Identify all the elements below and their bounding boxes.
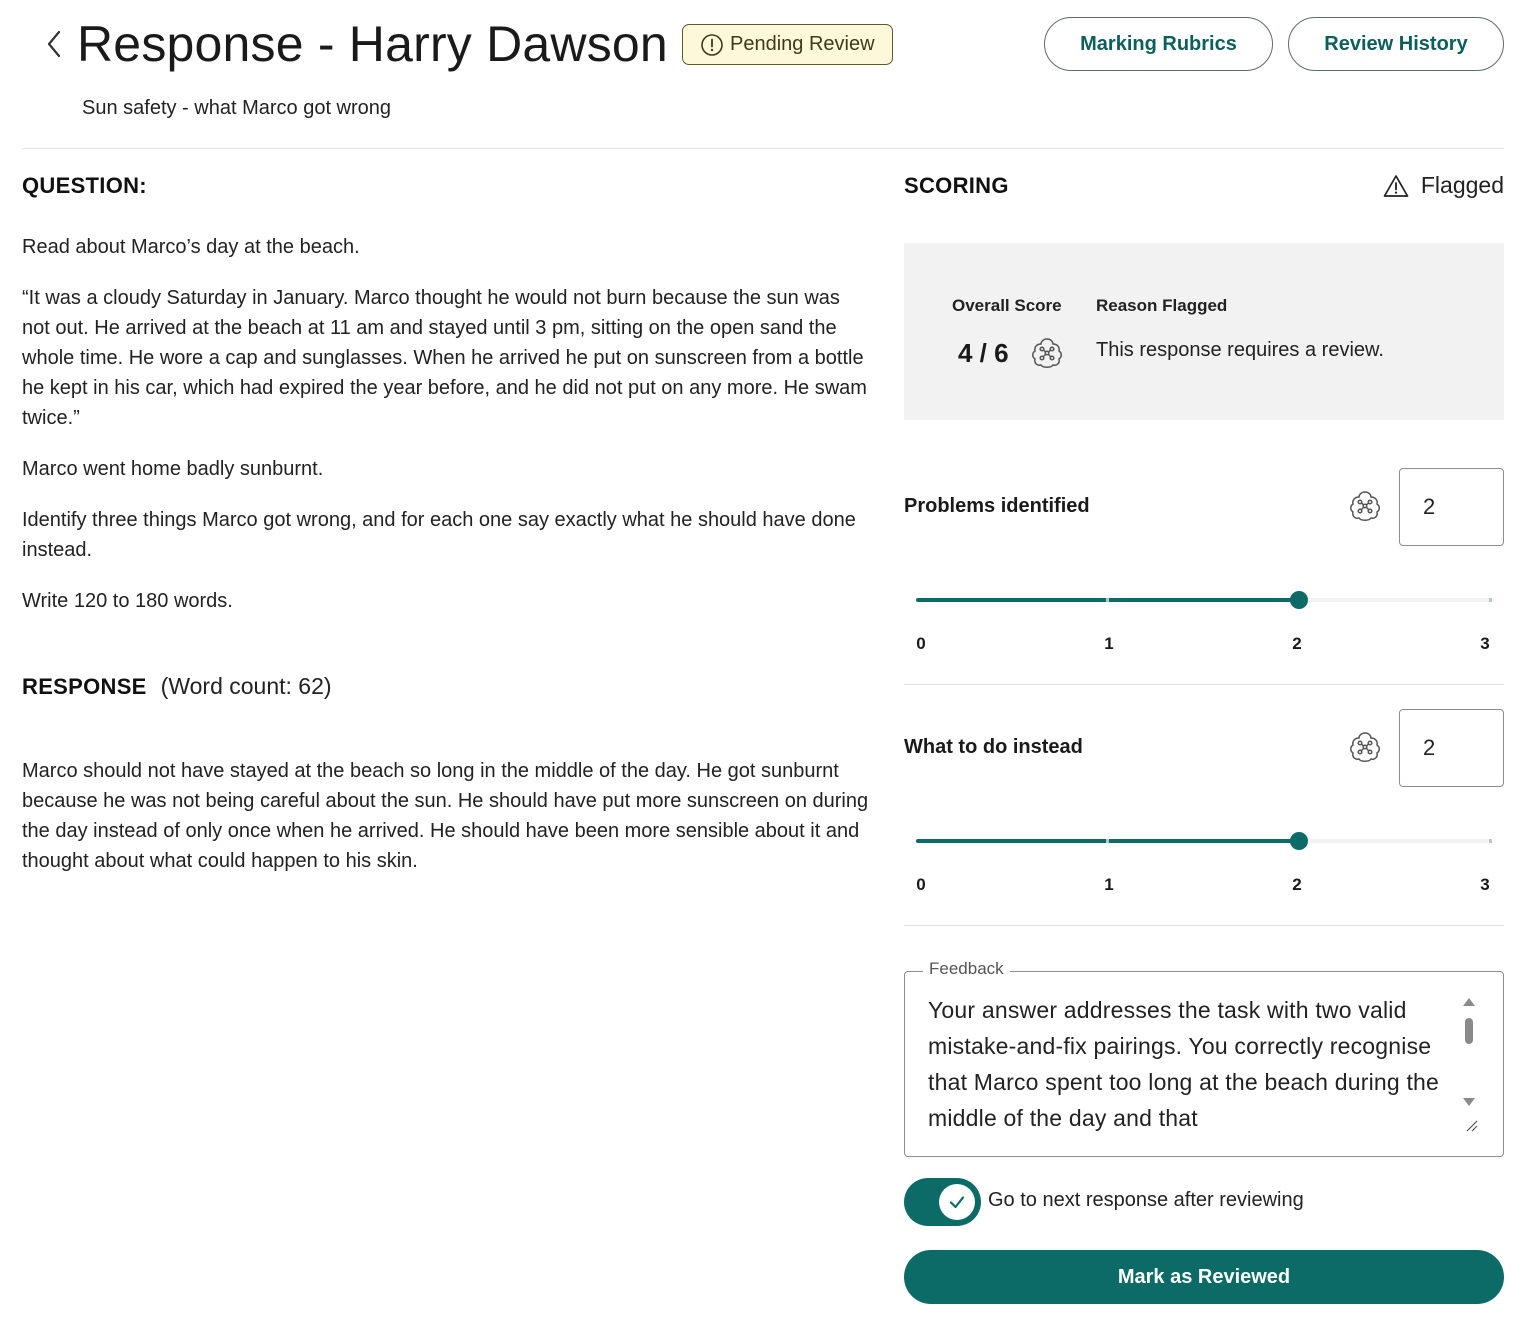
response-heading-row: RESPONSE (Word count: 62) [22, 673, 332, 700]
slider-thumb[interactable] [1289, 591, 1308, 609]
slider-mark [1489, 839, 1492, 843]
warning-triangle-icon [1383, 174, 1409, 197]
feedback-label: Feedback [923, 959, 1010, 979]
next-response-toggle[interactable] [904, 1178, 981, 1226]
ai-chip-icon [1030, 336, 1064, 375]
page-subtitle: Sun safety - what Marco got wrong [82, 97, 392, 119]
back-button[interactable] [40, 26, 68, 62]
slider-thumb[interactable] [1289, 832, 1308, 850]
slider-tick-label: 2 [1292, 875, 1302, 894]
question-paragraph: Write 120 to 180 words. [22, 590, 233, 612]
question-heading: QUESTION: [22, 173, 147, 198]
slider-tick-label: 1 [1104, 875, 1114, 894]
slider-tick-label: 3 [1480, 634, 1490, 653]
page-title: Response - Harry Dawson [77, 16, 668, 72]
criterion-what-to-do-instead: What to do instead 0 1 2 3 [904, 709, 1504, 926]
header-divider [22, 148, 1504, 149]
alert-circle-icon [701, 33, 723, 56]
criterion-label: What to do instead [904, 736, 1083, 758]
toggle-knob [939, 1184, 975, 1220]
overall-score-label: Overall Score [952, 296, 1062, 315]
flagged-label: Flagged [1420, 172, 1504, 198]
question-paragraph: Marco went home badly sunburnt. [22, 458, 324, 480]
criterion-score-slider[interactable] [916, 588, 1492, 612]
criterion-score-input[interactable] [1399, 468, 1504, 546]
feedback-textarea[interactable]: Feedback Your answer addresses the task … [904, 959, 1504, 1157]
question-paragraph: Identify three things Marco got wrong, a… [22, 509, 856, 561]
slider-tick-label: 0 [916, 875, 926, 894]
feedback-scrollbar[interactable] [1460, 996, 1478, 1112]
chevron-left-icon [47, 30, 61, 58]
mark-as-reviewed-button[interactable]: Mark as Reviewed [904, 1250, 1504, 1304]
next-response-toggle-label: Go to next response after reviewing [988, 1189, 1304, 1211]
criterion-problems-identified: Problems identified 0 1 2 3 [904, 468, 1504, 685]
flagged-indicator: Flagged [1383, 172, 1504, 199]
slider-mark [1106, 839, 1110, 843]
divider [904, 684, 1504, 685]
divider [904, 925, 1504, 926]
check-icon [949, 1196, 965, 1209]
criterion-label: Problems identified [904, 495, 1090, 517]
status-badge-label: Pending Review [730, 33, 875, 55]
slider-mark [1106, 598, 1110, 602]
reason-flagged-label: Reason Flagged [1096, 296, 1228, 315]
question-paragraph: “It was a cloudy Saturday in January. Ma… [22, 287, 867, 429]
score-summary-panel: Overall Score 4 / 6 Reason Flagged This … [904, 243, 1504, 420]
question-paragraph: Read about Marco’s day at the beach. [22, 236, 360, 258]
slider-tick-label: 2 [1292, 634, 1302, 653]
ai-chip-icon [1348, 730, 1382, 769]
criterion-score-input[interactable] [1399, 709, 1504, 787]
resize-grip-icon[interactable] [1463, 1117, 1479, 1133]
slider-tick-label: 3 [1480, 875, 1490, 894]
response-heading: RESPONSE [22, 674, 147, 699]
marking-rubrics-button[interactable]: Marking Rubrics [1044, 17, 1273, 71]
ai-chip-icon [1348, 489, 1382, 528]
slider-tick-label: 0 [916, 634, 926, 653]
response-text: Marco should not have stayed at the beac… [22, 760, 869, 872]
criterion-score-slider[interactable] [916, 829, 1492, 853]
reason-flagged-value: This response requires a review. [1096, 339, 1384, 361]
review-history-button[interactable]: Review History [1288, 17, 1504, 71]
status-badge: Pending Review [682, 24, 893, 65]
question-text: Read about Marco’s day at the beach. “It… [22, 232, 872, 637]
overall-score-value: 4 / 6 [958, 338, 1009, 368]
slider-tick-label: 1 [1104, 634, 1114, 653]
word-count: (Word count: 62) [160, 673, 332, 699]
slider-mark [1489, 598, 1492, 602]
scoring-heading: SCORING [904, 173, 1009, 198]
feedback-text[interactable]: Your answer addresses the task with two … [928, 992, 1458, 1136]
